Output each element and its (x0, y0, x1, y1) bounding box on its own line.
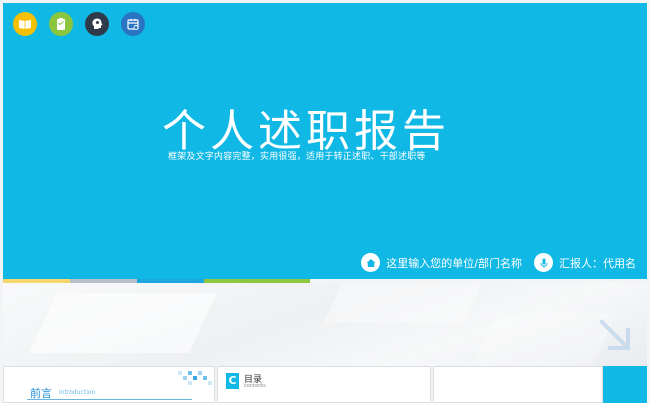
department-label: 这里输入您的单位/部门名称 (386, 256, 522, 270)
head-icon (85, 12, 109, 36)
presenter-info: 这里输入您的单位/部门名称 汇报人：代用名 (361, 253, 636, 272)
thumbnail-blank[interactable] (433, 366, 603, 403)
low-poly-background (3, 283, 647, 366)
contents-letter: C (226, 373, 239, 389)
home-icon (361, 253, 381, 272)
facet (29, 293, 217, 353)
facet (323, 283, 483, 323)
calendar-icon (121, 12, 145, 36)
contents-subtitle: contents (244, 383, 266, 389)
thumbnail-preface[interactable]: 前言 Introduction (3, 366, 215, 403)
thumbnail-contents[interactable]: C 目录 contents (217, 366, 431, 403)
clipboard-icon (49, 12, 73, 36)
reporter-label: 汇报人：代用名 (559, 256, 636, 270)
thumbnail-blue[interactable] (603, 366, 647, 403)
arrow-down-right-icon (599, 319, 631, 351)
microphone-icon (534, 253, 553, 272)
book-icon (13, 12, 37, 36)
slide-thumbnails: 前言 Introduction C 目录 contents (0, 366, 650, 403)
slide: 个人述职报告 框架及文字内容完整，实用很强，适用于转正述职、干部述职等 这里输入… (0, 0, 650, 403)
slide-subtitle: 框架及文字内容完整，实用很强，适用于转正述职、干部述职等 (168, 152, 426, 162)
top-icon-row (13, 12, 145, 36)
facet (469, 313, 617, 366)
preface-subtitle: Introduction (59, 389, 96, 396)
divider (27, 399, 192, 400)
pixel-decoration (178, 371, 212, 385)
